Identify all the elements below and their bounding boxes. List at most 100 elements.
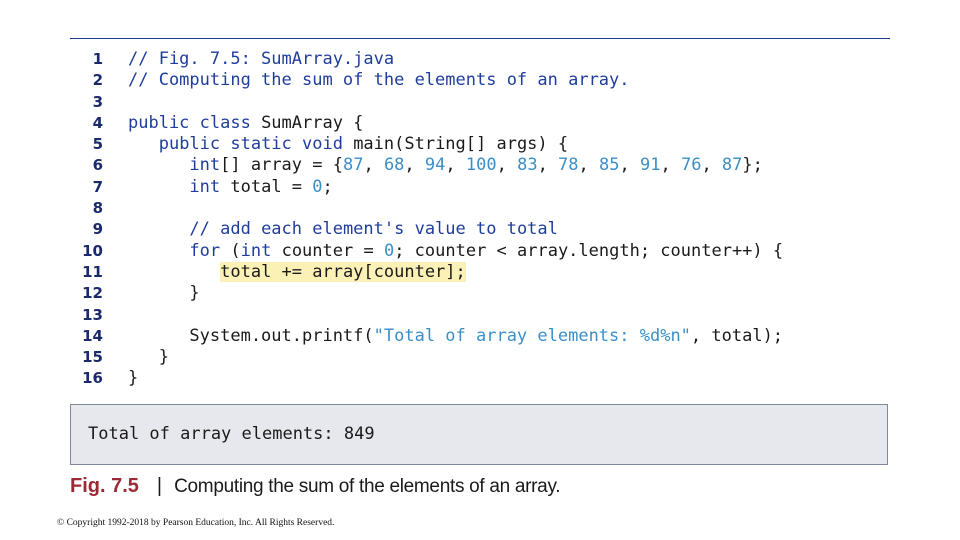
code-line: 16} (72, 368, 888, 389)
code-token-number: 94 (424, 155, 446, 176)
code-token-number: 0 (383, 240, 395, 261)
code-text: int total = 0; (128, 176, 332, 198)
code-token-number: 91 (639, 155, 661, 176)
line-number: 7 (92, 177, 103, 196)
code-token-plain: SumArray { (261, 112, 364, 133)
code-token-keyword: public class (128, 112, 262, 133)
line-number: 8 (92, 199, 103, 218)
code-token-number: 85 (599, 155, 620, 176)
code-token-plain: }; (742, 155, 763, 176)
code-line: 4 public class SumArray { (72, 113, 888, 134)
code-line: 2 // Computing the sum of the elements of… (72, 70, 888, 91)
line-number: 4 (92, 113, 103, 132)
figure-number: Fig. 7.5 (70, 475, 139, 497)
copyright-notice: © Copyright 1992-2018 by Pearson Educati… (57, 518, 335, 528)
line-number: 14 (82, 326, 103, 345)
code-text: public class SumArray { (128, 113, 363, 134)
code-text: } (128, 347, 169, 368)
code-token-plain: , total); (690, 325, 784, 346)
code-line: 6 int[] array = {87, 68, 94, 100, 83, 78… (72, 155, 888, 176)
code-token-plain: main(String[] args) { (353, 134, 569, 155)
figure-caption-text: Computing the sum of the elements of an … (174, 476, 561, 497)
code-token-keyword: int (189, 155, 221, 176)
figure-caption: Fig. 7.5 | Computing the sum of the elem… (70, 475, 561, 498)
code-token-keyword: public static void (158, 134, 354, 155)
code-text: // Fig. 7.5: SumArray.java (128, 49, 394, 70)
code-token-plain: , (660, 155, 681, 176)
code-text: total += array[counter]; (128, 261, 466, 283)
code-line: 15 } (72, 347, 888, 368)
code-token-number: 76 (680, 155, 702, 176)
code-token-keyword: for (189, 240, 231, 261)
code-token-plain: , (619, 155, 640, 176)
line-number: 6 (92, 156, 103, 175)
line-number: 2 (92, 71, 103, 90)
code-token-number: 78 (558, 155, 579, 176)
code-token-number: 0 (312, 176, 323, 197)
line-number: 16 (82, 369, 103, 388)
code-token-plain: System.out.printf( (128, 325, 374, 346)
caption-separator: | (156, 475, 163, 497)
code-line: 10 for (int counter = 0; counter < array… (72, 241, 888, 262)
code-line: 9 // add each element's value to total (72, 219, 888, 240)
code-token-plain: } (128, 368, 139, 389)
code-token-plain: , (404, 155, 425, 176)
code-token-keyword: int (240, 240, 282, 261)
code-token-plain: } (128, 283, 200, 304)
code-line: 12 } (72, 283, 888, 304)
code-listing: 1 // Fig. 7.5: SumArray.java 2 // Computing… (72, 49, 888, 390)
code-token-number: 87 (721, 155, 743, 176)
code-text: } (128, 283, 200, 304)
code-line: 5 public static void main(String[] args)… (72, 134, 888, 155)
line-number: 11 (82, 262, 103, 281)
code-token-number: 83 (517, 155, 538, 176)
line-number: 12 (82, 284, 103, 303)
code-text: // add each element's value to total (128, 219, 558, 240)
code-line: 1 // Fig. 7.5: SumArray.java (72, 49, 888, 70)
code-token-number: 68 (383, 155, 405, 176)
code-token-comment: // add each element's value to total (189, 219, 558, 240)
program-output-text: Total of array elements: 849 (88, 424, 375, 444)
line-number: 9 (92, 220, 103, 239)
code-line: 13 (72, 305, 888, 326)
code-line: 8 (72, 198, 888, 219)
code-token-plain: , (363, 155, 384, 176)
code-token-string: "Total of array elements: %d%n" (373, 325, 691, 346)
code-token-plain: , (496, 155, 518, 176)
code-token-plain: , (537, 155, 559, 176)
code-token-plain: counter = (281, 240, 384, 261)
code-text: int[] array = {87, 68, 94, 100, 83, 78, … (128, 155, 763, 176)
code-line: 3 (72, 92, 888, 113)
line-number: 13 (82, 305, 103, 324)
code-token-plain: , (578, 155, 600, 176)
code-text: // Computing the sum of the elements of … (128, 70, 630, 91)
program-output-box: Total of array elements: 849 (70, 404, 888, 465)
code-token-comment: // Computing the sum of the elements of … (128, 70, 630, 91)
code-token-plain: } (128, 347, 169, 368)
code-token-plain: , (701, 155, 722, 176)
code-token-number: 100 (465, 155, 497, 176)
code-text: } (128, 368, 138, 389)
code-line: 14 System.out.printf("Total of array ele… (72, 326, 888, 347)
code-token-plain: , (445, 155, 466, 176)
code-text: public static void main(String[] args) { (128, 134, 568, 155)
code-token-plain: ( (230, 240, 241, 261)
line-number: 5 (92, 135, 103, 154)
line-number: 15 (82, 348, 103, 367)
code-token-plain: ; counter < array.length; counter++) { (394, 240, 784, 261)
code-token-plain: [] array = { (220, 155, 343, 176)
line-number: 1 (92, 50, 103, 68)
top-rule (70, 38, 890, 39)
highlighted-code: total += array[counter]; (220, 261, 466, 282)
code-token-number: 87 (342, 155, 364, 176)
line-number: 10 (82, 241, 103, 260)
code-token-plain: total = (230, 176, 313, 197)
code-text: System.out.printf("Total of array elemen… (128, 326, 783, 347)
code-text: for (int counter = 0; counter < array.le… (128, 241, 783, 262)
